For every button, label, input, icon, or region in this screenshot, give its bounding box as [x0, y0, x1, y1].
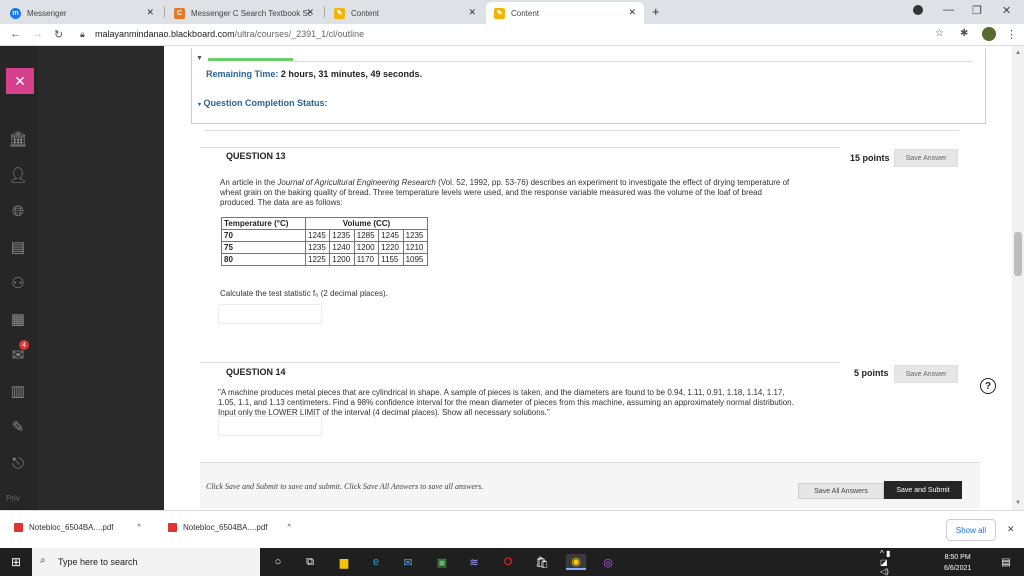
taskbar-clock[interactable]: 8:50 PM 6/6/2021 — [944, 552, 971, 574]
download-item[interactable]: Notebloc_6504BA....pdf ^ — [14, 523, 141, 532]
close-tab-icon[interactable]: ✕ — [306, 7, 314, 18]
downloads-bar: Notebloc_6504BA....pdf ^ Notebloc_6504BA… — [0, 510, 1024, 548]
save-and-submit-button[interactable]: Save and Submit — [884, 481, 962, 499]
institution-icon[interactable]: 🏛︎ — [7, 128, 29, 150]
chevron-up-icon[interactable]: ^ — [138, 524, 141, 531]
messages-icon[interactable]: ✉ 4 — [7, 340, 29, 366]
windows-taskbar: ⊞ ⌕ Type here to search ○ ⧉ ▆ e ✉ ▣ ≋ O … — [0, 548, 1024, 576]
question-14-points: 5 points — [854, 368, 889, 378]
globe-icon[interactable]: 🌐︎ — [7, 200, 29, 222]
grades-icon[interactable]: ▥ — [7, 380, 29, 402]
save-answer-button-13[interactable]: Save Answer — [894, 149, 958, 167]
chegg-icon: C — [174, 7, 185, 19]
mail-icon[interactable]: ✉ — [400, 554, 416, 570]
question-13-title: QUESTION 13 — [226, 151, 286, 161]
browser-tab-bar: m Messenger ✕ C Messenger C Search Textb… — [0, 0, 1024, 24]
taskbar-search[interactable]: ⌕ Type here to search — [32, 548, 260, 576]
lock-icon: 🔒︎ — [80, 29, 85, 39]
reload-icon[interactable]: ↻ — [54, 28, 63, 41]
pdf-icon — [14, 523, 23, 532]
save-answer-button-14[interactable]: Save Answer — [894, 365, 958, 383]
close-tab-icon[interactable]: ✕ — [468, 7, 476, 18]
cortana-icon[interactable]: ○ — [270, 554, 286, 570]
address-bar: ← → ↻ 🔒︎ malayanmindanao.blackboard.com/… — [0, 24, 1024, 46]
question-13-prompt: Calculate the test statistic f₀ (2 decim… — [220, 289, 388, 298]
question-14-title: QUESTION 14 — [226, 367, 286, 377]
tab-content-2[interactable]: ✎ Content ✕ — [486, 2, 644, 24]
progress-bar — [208, 58, 293, 61]
privacy-link[interactable]: Priv — [6, 494, 20, 503]
timer-panel: ▼ Remaining Time: 2 hours, 31 minutes, 4… — [191, 48, 986, 124]
forward-icon[interactable]: → — [32, 28, 43, 40]
save-all-answers-button[interactable]: Save All Answers — [798, 483, 884, 499]
sign-out-icon[interactable]: ⎋ — [7, 452, 29, 474]
photos-icon[interactable]: ▣ — [434, 554, 450, 570]
chevron-down-icon: ▾ — [198, 102, 202, 108]
completion-status-toggle[interactable]: ▾ Question Completion Status: — [198, 98, 328, 108]
avatar[interactable] — [982, 27, 996, 41]
collapse-icon[interactable]: ▼ — [196, 55, 203, 62]
tab-content-1[interactable]: ✎ Content ✕ — [326, 2, 484, 24]
page-scrollbar[interactable]: ▲ ▼ — [1012, 46, 1024, 510]
chrome-icon[interactable]: ◉ — [566, 554, 586, 570]
help-icon[interactable]: ? — [980, 378, 996, 394]
tray-icons[interactable]: ^ ▮ ◪ ◁) — [880, 549, 896, 576]
profile-dropdown-icon[interactable] — [913, 5, 923, 15]
remaining-time: Remaining Time: 2 hours, 31 minutes, 49 … — [206, 69, 422, 79]
close-tab-icon[interactable]: ✕ — [628, 7, 636, 18]
courses-icon[interactable]: ▤ — [7, 236, 29, 258]
table-row: 70 1245 1235 1285 1245 1235 — [221, 229, 429, 242]
new-tab-button[interactable]: + — [652, 4, 660, 19]
question-14-text: "A machine produces metal pieces that ar… — [218, 388, 794, 417]
question-13-points: 15 points — [850, 153, 890, 163]
close-tab-icon[interactable]: ✕ — [146, 7, 154, 18]
download-item[interactable]: Notebloc_6504BA....pdf ^ — [168, 523, 291, 532]
close-window-button[interactable]: ✕ — [1002, 4, 1011, 17]
submit-footer: Click Save and Submit to save and submit… — [200, 462, 980, 508]
search-icon: ⌕ — [40, 555, 46, 566]
chevron-up-icon[interactable]: ^ — [288, 524, 291, 531]
close-downloads-icon[interactable]: ✕ — [1007, 524, 1015, 535]
extensions-icon[interactable]: ✱ — [960, 28, 968, 39]
blackboard-icon: ✎ — [334, 7, 345, 19]
question-13-text: An article in the Journal of Agricultura… — [220, 178, 790, 207]
minimize-button[interactable]: — — [943, 4, 954, 16]
blackboard-icon: ✎ — [494, 7, 505, 19]
edge-icon[interactable]: e — [368, 554, 384, 570]
maximize-button[interactable]: ❐ — [972, 4, 982, 17]
tools-icon[interactable]: ✎ — [7, 416, 29, 438]
test-content: ▼ Remaining Time: 2 hours, 31 minutes, 4… — [164, 46, 1012, 510]
answer-input-14[interactable] — [218, 416, 322, 436]
opera-icon[interactable]: O — [500, 554, 516, 570]
task-view-icon[interactable]: ⧉ — [302, 554, 318, 570]
profile-icon[interactable]: 👤︎ — [7, 164, 29, 186]
calendar-icon[interactable]: ▦ — [7, 308, 29, 330]
store-icon[interactable]: 🛍︎ — [534, 554, 550, 570]
app-icon[interactable]: ≋ — [466, 554, 482, 570]
tab-messenger[interactable]: m Messenger ✕ — [2, 2, 162, 24]
file-explorer-icon[interactable]: ▆ — [336, 554, 352, 570]
url-field[interactable]: malayanmindanao.blackboard.com/ultra/cou… — [95, 29, 364, 39]
course-sidebar: ✕ 🏛︎ 👤︎ 🌐︎ ▤ ⚇ ▦ ✉ 4 ▥ ✎ ⎋ Priv — [0, 46, 38, 510]
back-icon[interactable]: ← — [10, 28, 21, 40]
windows-start-icon[interactable]: ⊞ — [8, 554, 24, 570]
bookmark-star-icon[interactable]: ☆ — [935, 28, 944, 39]
notifications-icon[interactable]: ▤ — [998, 554, 1014, 570]
groups-icon[interactable]: ⚇ — [7, 272, 29, 294]
scrollbar-thumb[interactable] — [1014, 232, 1022, 276]
messages-badge: 4 — [19, 340, 29, 350]
pdf-icon — [168, 523, 177, 532]
messenger-app-icon[interactable]: ◎ — [600, 554, 616, 570]
submit-note: Click Save and Submit to save and submit… — [206, 482, 484, 491]
show-all-button[interactable]: Show all — [946, 519, 996, 541]
messenger-icon: m — [10, 7, 21, 19]
answer-input-13[interactable] — [218, 304, 322, 324]
tab-chegg[interactable]: C Messenger C Search Textbook Sc ✕ — [166, 2, 322, 24]
course-panel-backdrop — [38, 46, 164, 510]
menu-icon[interactable]: ⋮ — [1006, 28, 1017, 41]
data-table: Temperature (°C) Volume (CC) 70 1245 1235… — [221, 217, 429, 266]
table-row: 80 1225 1200 1170 1155 1095 — [221, 253, 429, 266]
table-row: 75 1235 1240 1200 1220 1210 — [221, 241, 429, 254]
close-icon[interactable]: ✕ — [6, 68, 34, 94]
